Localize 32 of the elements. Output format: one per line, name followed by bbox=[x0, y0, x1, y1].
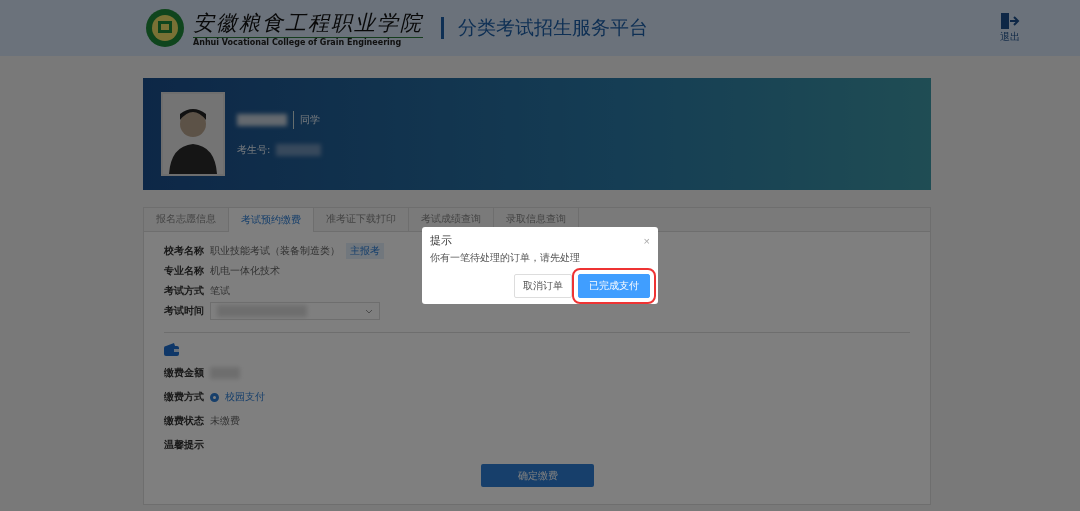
chevron-down-icon bbox=[365, 308, 373, 314]
dialog-title: 提示 bbox=[430, 233, 452, 248]
field-label: 考试时间 bbox=[164, 304, 204, 318]
confirm-payment-button[interactable]: 确定缴费 bbox=[481, 464, 594, 487]
student-suffix: 同学 bbox=[300, 113, 320, 127]
field-label: 缴费方式 bbox=[164, 390, 204, 404]
school-name: 安徽粮食工程职业学院 bbox=[193, 9, 423, 38]
field-label: 专业名称 bbox=[164, 264, 204, 278]
logout-icon bbox=[1000, 12, 1020, 30]
field-value: 笔试 bbox=[210, 284, 230, 298]
tag: 主报考 bbox=[346, 243, 384, 259]
tab[interactable]: 考试预约缴费 bbox=[229, 208, 314, 232]
field-label: 缴费状态 bbox=[164, 414, 204, 428]
field-value: 职业技能考试（装备制造类） bbox=[210, 244, 340, 258]
wallet-icon bbox=[164, 343, 179, 356]
blurred-student-id bbox=[276, 144, 322, 156]
field-label: 缴费金额 bbox=[164, 366, 204, 380]
school-emblem-icon bbox=[145, 8, 185, 48]
dialog-message: 你有一笔待处理的订单，请先处理 bbox=[430, 251, 581, 265]
payment-option[interactable]: 校园支付 bbox=[225, 390, 265, 404]
student-id-label: 考生号: bbox=[237, 143, 271, 157]
radio-button[interactable] bbox=[210, 392, 219, 402]
platform-title: 分类考试招生服务平台 bbox=[458, 15, 648, 40]
close-button[interactable]: × bbox=[643, 234, 650, 247]
field-label: 温馨提示 bbox=[164, 438, 204, 452]
school-name-english: Anhui Vocational College of Grain Engineering bbox=[193, 38, 403, 47]
field-value: 未缴费 bbox=[210, 414, 240, 428]
cancel-order-button[interactable]: 取消订单 bbox=[514, 274, 572, 298]
logout-button[interactable]: 退出 bbox=[1000, 12, 1020, 44]
field-label: 校考名称 bbox=[164, 244, 204, 258]
field-label: 考试方式 bbox=[164, 284, 204, 298]
blurred-name bbox=[237, 114, 287, 126]
